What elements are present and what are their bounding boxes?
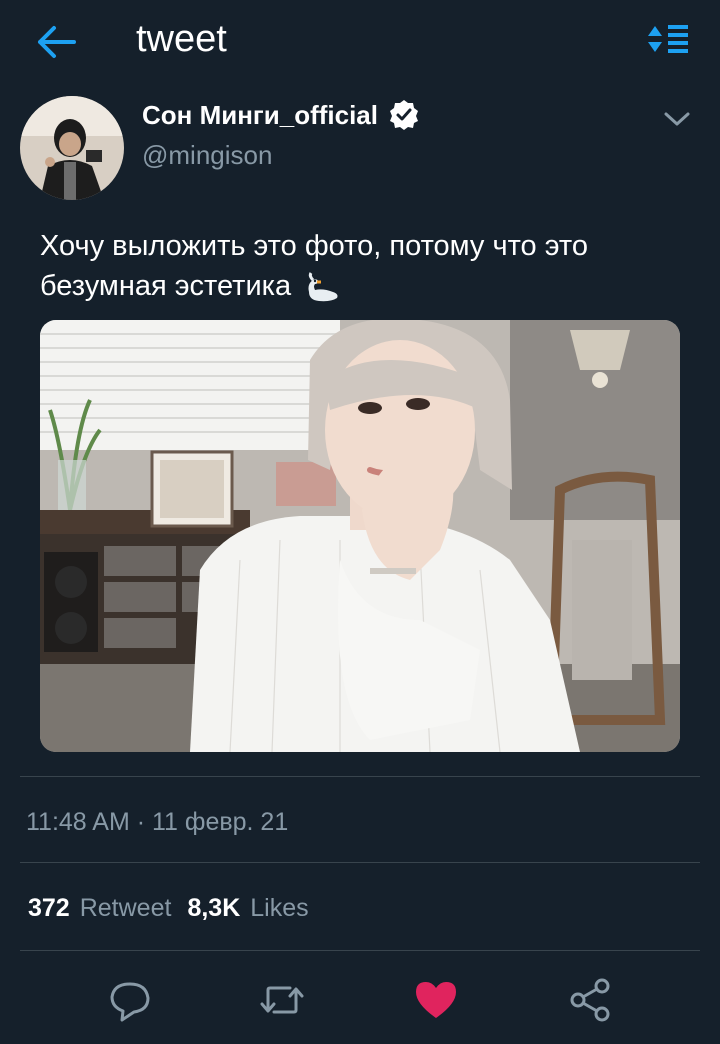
divider (20, 950, 700, 951)
avatar[interactable] (20, 96, 124, 200)
tweet-stats: 372 Retweet 8,3K Likes (28, 894, 309, 923)
retweet-label[interactable]: Retweet (80, 894, 172, 923)
sort-icon (648, 25, 688, 53)
divider (20, 776, 700, 777)
more-options-button[interactable] (662, 108, 692, 130)
likes-label[interactable]: Likes (250, 894, 308, 923)
retweet-button[interactable] (258, 976, 306, 1024)
heart-icon (416, 982, 456, 1018)
top-bar: tweet (0, 0, 720, 84)
chevron-down-icon (664, 112, 690, 126)
tweet-photo[interactable] (40, 320, 680, 752)
verified-icon (390, 100, 418, 130)
photo-image (40, 320, 680, 752)
retweet-icon (260, 986, 304, 1014)
reply-icon (110, 982, 150, 1022)
author-handle[interactable]: @mingison (142, 140, 272, 171)
like-button[interactable] (412, 976, 460, 1024)
arrow-left-icon (38, 26, 76, 58)
sort-button[interactable] (646, 22, 690, 58)
author-name-row: Сон Минги_official (142, 99, 420, 131)
author-name[interactable]: Сон Минги_official (142, 100, 378, 131)
page-title: tweet (136, 18, 227, 60)
likes-count[interactable]: 8,3K (187, 894, 240, 923)
swan-emoji (308, 272, 338, 302)
tweet-timestamp: 11:48 AM · 11 февр. 21 (26, 808, 289, 836)
avatar-image (20, 96, 124, 200)
reply-button[interactable] (106, 976, 154, 1024)
share-icon (570, 978, 610, 1022)
back-button[interactable] (36, 22, 80, 62)
share-button[interactable] (566, 976, 614, 1024)
retweet-count[interactable]: 372 (28, 894, 70, 923)
tweet-text: Хочу выложить это фото, потому что это б… (40, 226, 680, 306)
divider (20, 862, 700, 863)
